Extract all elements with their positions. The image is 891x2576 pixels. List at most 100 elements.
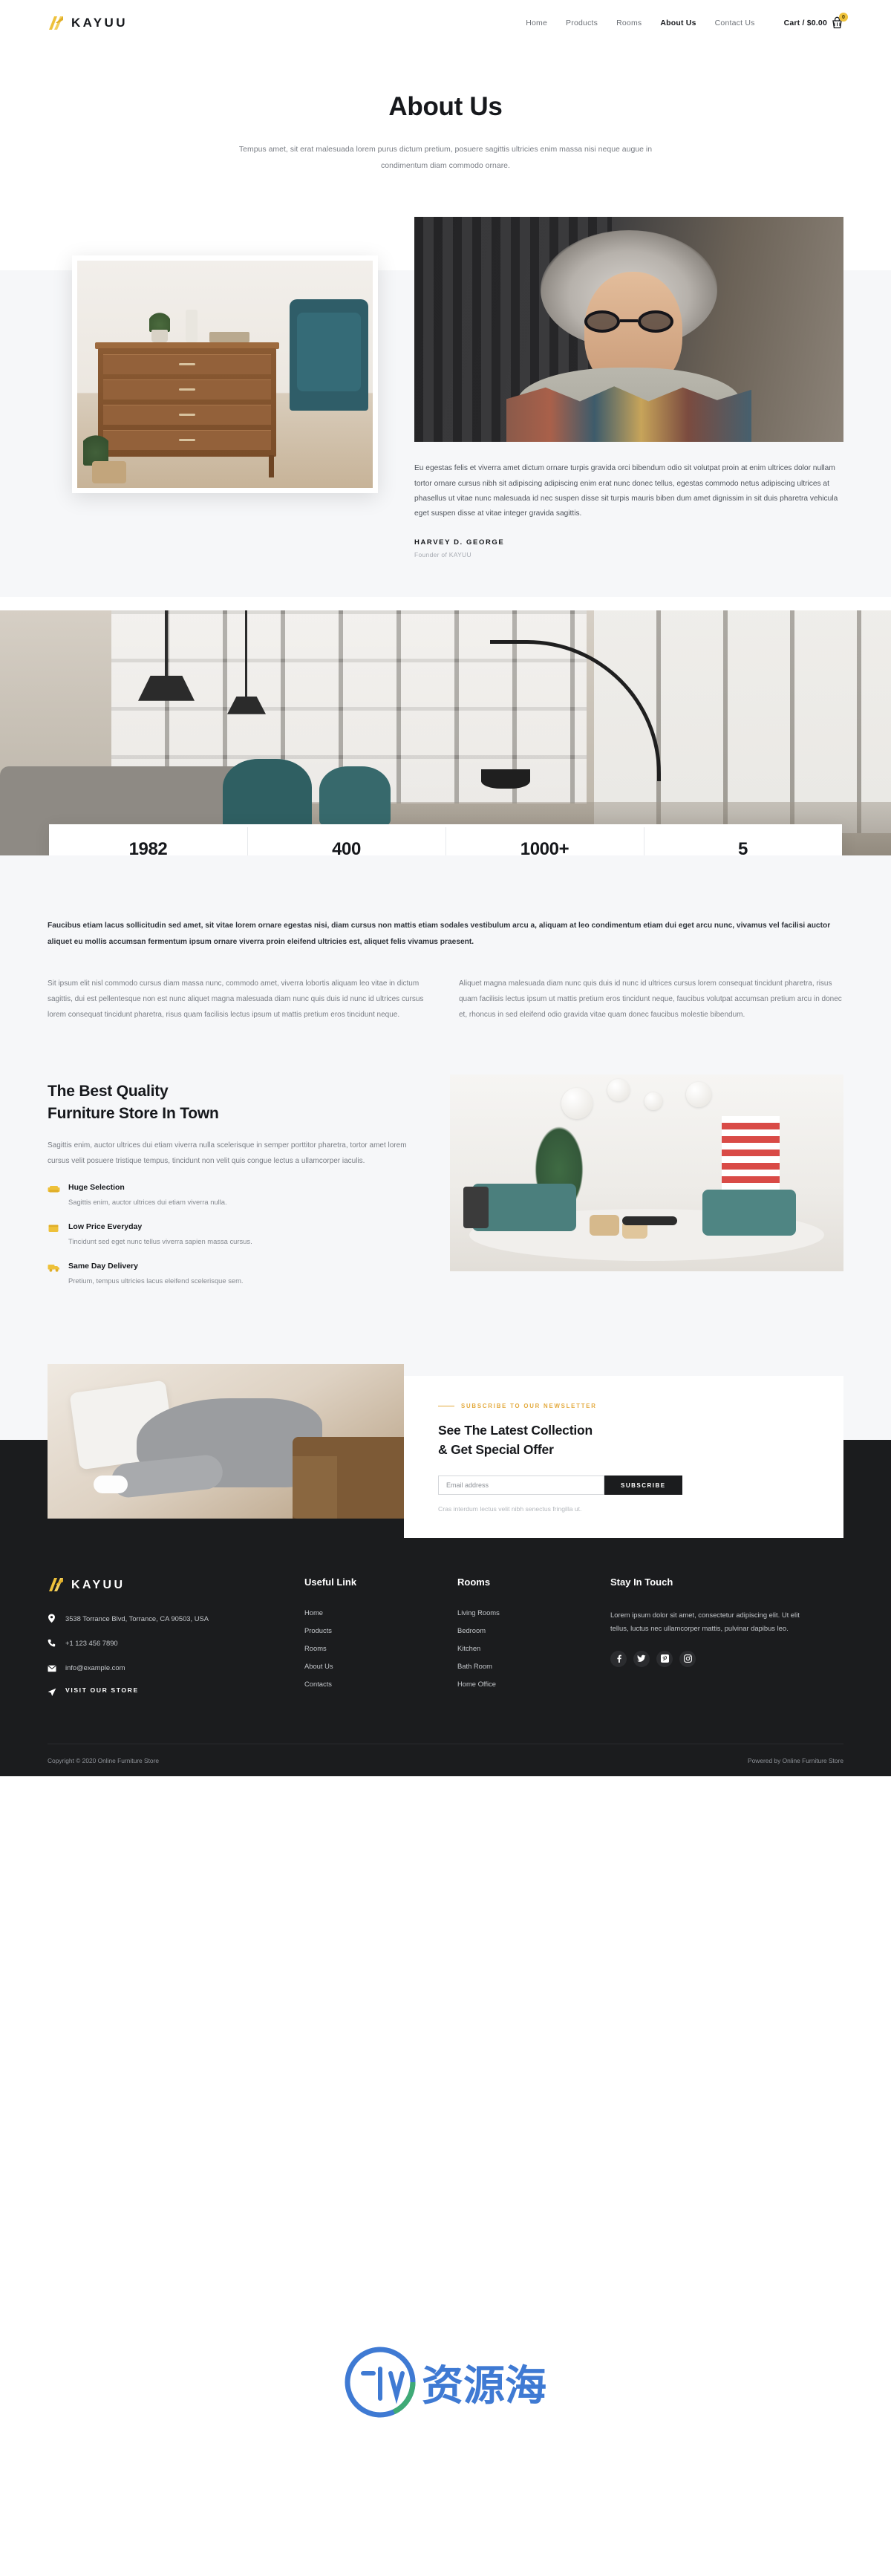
stat-number: 400 (332, 838, 361, 855)
footer-rooms-heading: Rooms (457, 1576, 491, 1588)
quality-lead-paragraph: Sagittis enim, auctor ultrices dui etiam… (48, 1141, 407, 1165)
location-pin-icon (48, 1613, 56, 1627)
footer-link-bath-room[interactable]: Bath Room (457, 1662, 584, 1670)
newsletter-note: Cras interdum lectus velit nibh senectus… (438, 1505, 582, 1513)
newsletter-kicker-text: SUBSCRIBE TO OUR NEWSLETTER (461, 1403, 597, 1410)
footer-touch-heading: Stay In Touch (610, 1576, 673, 1588)
founder-portrait-image (414, 217, 843, 443)
quality-text-column: The Best Quality Furniture Store In Town… (48, 1075, 408, 1288)
newsletter-card: SUBSCRIBE TO OUR NEWSLETTER See The Late… (404, 1376, 843, 1539)
subscribe-button[interactable]: SUBSCRIBE (604, 1476, 682, 1496)
newsletter-heading-line1: See The Latest Collection (438, 1423, 593, 1438)
intro-column-right: Aliquet magna malesuada diam nunc quis d… (459, 979, 842, 1019)
footer-link-contacts[interactable]: Contacts (304, 1680, 431, 1688)
newsletter-kicker: SUBSCRIBE TO OUR NEWSLETTER (438, 1403, 809, 1409)
feature-desc: Pretium, tempus ultricies lacus eleifend… (68, 1276, 244, 1285)
footer-logo[interactable]: KAYUU (48, 1576, 278, 1594)
footer-phone-row[interactable]: +1 123 456 7890 (48, 1637, 278, 1651)
stat-item-stores: 5 STORES (644, 826, 842, 855)
nav-item-rooms[interactable]: Rooms (616, 19, 642, 27)
banner-image-section: 1982 FOUNDED 400 EMPLOYEE 1000+ PRODUCTS… (0, 610, 891, 855)
feature-item-low-price: Low Price Everyday Tincidunt sed eget nu… (48, 1222, 408, 1248)
pinterest-icon[interactable] (656, 1650, 673, 1667)
stat-item-employee: 400 EMPLOYEE (247, 826, 446, 855)
footer-link-living-rooms[interactable]: Living Rooms (457, 1608, 584, 1617)
facebook-icon[interactable] (610, 1650, 627, 1667)
site-header: KAYUU Home Products Rooms About Us Conta… (0, 0, 891, 46)
cart-total-label: Cart / $0.00 (783, 19, 827, 27)
newsletter-section: SUBSCRIBE TO OUR NEWSLETTER See The Late… (0, 1343, 891, 1539)
feature-title: Same Day Delivery (68, 1262, 138, 1271)
phone-icon (48, 1637, 56, 1651)
footer-brand-name: KAYUU (71, 1578, 125, 1591)
feature-desc: Tincidunt sed eget nunc tellus viverra s… (68, 1237, 252, 1246)
envelope-icon (48, 1662, 56, 1676)
footer-useful-heading: Useful Link (304, 1576, 357, 1588)
about-right-column: Eu egestas felis et viverra amet dictum … (414, 217, 843, 558)
footer-email: info@example.com (65, 1663, 125, 1672)
nav-item-home[interactable]: Home (526, 19, 547, 27)
dresser-interior-image (72, 255, 378, 494)
quality-section: The Best Quality Furniture Store In Town… (0, 1062, 891, 1344)
newsletter-heading-line2: & Get Special Offer (438, 1441, 554, 1457)
price-tag-icon (48, 1222, 60, 1248)
living-room-image (450, 1074, 843, 1271)
footer-address-row: 3538 Torrance Blvd, Torrance, CA 90503, … (48, 1613, 278, 1627)
about-left-column (48, 217, 392, 494)
quality-heading-line1: The Best Quality (48, 1082, 169, 1100)
lightning-bolt-logo-icon (48, 15, 65, 32)
nav-item-about-us[interactable]: About Us (660, 19, 696, 27)
email-input[interactable] (438, 1476, 604, 1496)
instagram-icon[interactable] (679, 1650, 696, 1667)
site-footer: KAYUU 3538 Torrance Blvd, Torrance, CA 9… (0, 1538, 891, 1777)
footer-link-products[interactable]: Products (304, 1626, 431, 1634)
twitter-icon[interactable] (633, 1650, 650, 1667)
footer-social-links (610, 1650, 818, 1667)
footer-link-home[interactable]: Home (304, 1608, 431, 1617)
stats-bar: 1982 FOUNDED 400 EMPLOYEE 1000+ PRODUCTS… (49, 824, 842, 855)
feature-title: Low Price Everyday (68, 1222, 143, 1232)
footer-link-bedroom[interactable]: Bedroom (457, 1626, 584, 1634)
footer-link-home-office[interactable]: Home Office (457, 1680, 584, 1688)
cart-button[interactable]: Cart / $0.00 0 (783, 13, 848, 30)
footer-store-row[interactable]: VISIT OUR STORE (48, 1686, 278, 1701)
paper-plane-icon (48, 1686, 56, 1701)
newsletter-heading: See The Latest Collection & Get Special … (438, 1421, 809, 1459)
hero-subtitle: Tempus amet, sit erat malesuada lorem pu… (238, 145, 653, 171)
watermark-text: 资源海 (422, 2361, 546, 2409)
intro-text-section: Faucibus etiam lacus sollicitudin sed am… (0, 855, 891, 1063)
footer-link-kitchen[interactable]: Kitchen (457, 1644, 584, 1652)
quality-image-column (450, 1074, 843, 1271)
delivery-truck-icon (48, 1262, 60, 1287)
intro-column-left: Sit ipsum elit nisl commodo cursus diam … (48, 979, 424, 1019)
about-author-name: HARVEY D. GEORGE (414, 538, 505, 547)
footer-link-rooms[interactable]: Rooms (304, 1644, 431, 1652)
wp-watermark: 资源海 (345, 2347, 546, 2418)
main-nav: Home Products Rooms About Us Contact Us … (526, 13, 848, 30)
sofa-icon (48, 1183, 60, 1208)
newsletter-form: SUBSCRIBE (438, 1476, 809, 1496)
footer-email-row[interactable]: info@example.com (48, 1662, 278, 1676)
feature-desc: Sagittis enim, auctor ultrices dui etiam… (68, 1198, 227, 1207)
footer-visit-store-link[interactable]: VISIT OUR STORE (65, 1686, 139, 1694)
footer-phone: +1 123 456 7890 (65, 1639, 118, 1648)
nav-item-products[interactable]: Products (566, 19, 598, 27)
quality-heading-line2: Furniture Store In Town (48, 1105, 219, 1122)
footer-stay-in-touch-column: Stay In Touch Lorem ipsum dolor sit amet… (610, 1576, 818, 1711)
newsletter-image (48, 1364, 404, 1519)
footer-useful-links-column: Useful Link Home Products Rooms About Us… (304, 1576, 431, 1711)
about-quote-text: Eu egestas felis et viverra amet dictum … (414, 464, 838, 518)
quality-heading: The Best Quality Furniture Store In Town (48, 1080, 408, 1126)
footer-bottom-bar: Copyright © 2020 Online Furniture Store … (48, 1744, 843, 1776)
nav-item-contact-us[interactable]: Contact Us (715, 19, 755, 27)
footer-link-about-us[interactable]: About Us (304, 1662, 431, 1670)
footer-address: 3538 Torrance Blvd, Torrance, CA 90503, … (65, 1614, 209, 1623)
stat-number: 1000+ (520, 838, 569, 855)
stat-number: 5 (738, 838, 748, 855)
stat-item-products: 1000+ PRODUCTS (446, 826, 644, 855)
feature-title: Huge Selection (68, 1183, 125, 1193)
cart-count-badge: 0 (839, 13, 848, 22)
feature-item-huge-selection: Huge Selection Sagittis enim, auctor ult… (48, 1183, 408, 1208)
brand-logo[interactable]: KAYUU (48, 15, 128, 32)
footer-rooms-column: Rooms Living Rooms Bedroom Kitchen Bath … (457, 1576, 584, 1711)
